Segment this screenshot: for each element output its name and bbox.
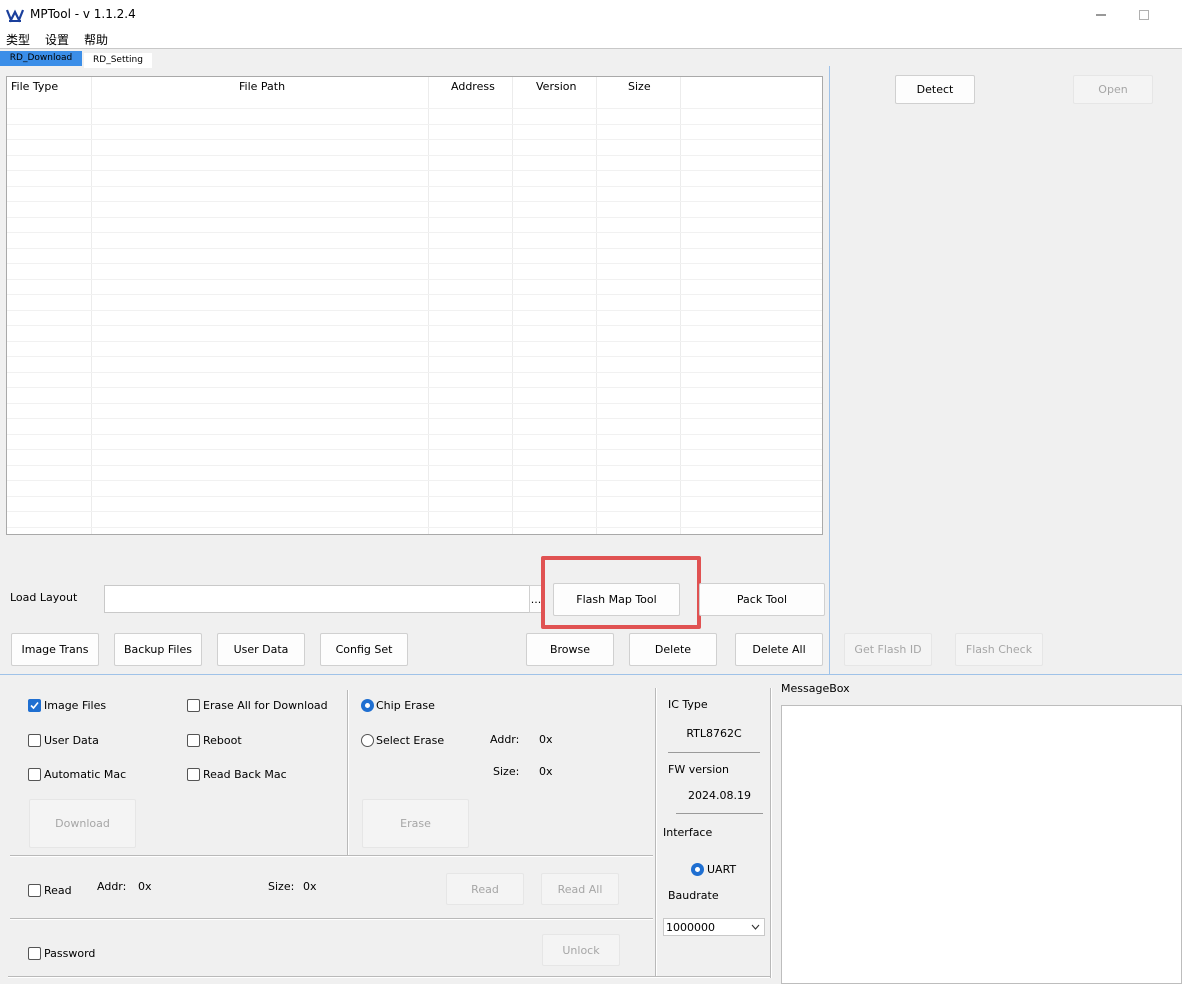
read-all-button[interactable]: Read All bbox=[541, 873, 619, 905]
messagebox-label: MessageBox bbox=[781, 682, 850, 695]
password-checkbox[interactable] bbox=[28, 947, 41, 960]
column-header-address[interactable]: Address bbox=[451, 80, 495, 93]
checkmark-icon bbox=[30, 701, 39, 710]
read-button[interactable]: Read bbox=[446, 873, 524, 905]
select-erase-label: Select Erase bbox=[376, 734, 445, 747]
erase-all-for-download-checkbox[interactable] bbox=[187, 699, 200, 712]
maximize-icon[interactable] bbox=[1134, 6, 1154, 24]
erase-addr-value[interactable]: 0x bbox=[539, 733, 553, 746]
delete-all-button[interactable]: Delete All bbox=[735, 633, 823, 666]
highlight-box bbox=[541, 556, 701, 629]
pack-tool-button[interactable]: Pack Tool bbox=[699, 583, 825, 616]
flash-check-button[interactable]: Flash Check bbox=[955, 633, 1043, 666]
image-files-label: Image Files bbox=[44, 699, 107, 712]
erase-addr-label: Addr: bbox=[490, 733, 520, 746]
user-data-button[interactable]: User Data bbox=[217, 633, 305, 666]
read-label: Read bbox=[44, 884, 72, 897]
erase-all-for-download-label: Erase All for Download bbox=[203, 699, 328, 712]
read-addr-label: Addr: bbox=[97, 880, 127, 893]
erase-group-divider bbox=[347, 690, 349, 855]
load-layout-label: Load Layout bbox=[10, 591, 78, 604]
menu-item-help[interactable]: 帮助 bbox=[84, 31, 108, 48]
menu-item-settings[interactable]: 设置 bbox=[45, 31, 69, 48]
delete-button[interactable]: Delete bbox=[629, 633, 717, 666]
image-trans-button[interactable]: Image Trans bbox=[11, 633, 99, 666]
open-button[interactable]: Open bbox=[1073, 75, 1153, 104]
erase-size-value[interactable]: 0x bbox=[539, 765, 553, 778]
load-layout-input[interactable] bbox=[104, 585, 530, 613]
config-set-button[interactable]: Config Set bbox=[320, 633, 408, 666]
baudrate-select[interactable]: 1000000 bbox=[663, 918, 765, 936]
section-divider bbox=[0, 674, 1182, 675]
baudrate-label: Baudrate bbox=[668, 889, 719, 902]
fw-version-value: 2024.08.19 bbox=[676, 789, 763, 814]
image-files-checkbox[interactable] bbox=[28, 699, 41, 712]
column-header-version[interactable]: Version bbox=[536, 80, 576, 93]
column-header-file-path[interactable]: File Path bbox=[239, 80, 285, 93]
uart-radio[interactable] bbox=[691, 863, 704, 876]
bottom-border bbox=[8, 976, 770, 978]
read-size-value[interactable]: 0x bbox=[303, 880, 317, 893]
minimize-icon[interactable] bbox=[1091, 6, 1111, 24]
user-data-checkbox[interactable] bbox=[28, 734, 41, 747]
window-title: MPTool - v 1.1.2.4 bbox=[30, 7, 136, 21]
baudrate-value: 1000000 bbox=[666, 921, 715, 934]
read-size-label: Size: bbox=[268, 880, 295, 893]
file-table[interactable]: File Type File Path Address Version Size bbox=[6, 76, 823, 535]
get-flash-id-button[interactable]: Get Flash ID bbox=[844, 633, 932, 666]
password-divider bbox=[10, 918, 653, 920]
title-bar: MPTool - v 1.1.2.4 bbox=[0, 0, 1182, 30]
select-erase-radio[interactable] bbox=[361, 734, 374, 747]
ic-group-left-border bbox=[655, 688, 657, 978]
password-label: Password bbox=[44, 947, 96, 960]
browse-button[interactable]: Browse bbox=[526, 633, 614, 666]
tab-rd-setting[interactable]: RD_Setting bbox=[84, 53, 152, 68]
detect-button[interactable]: Detect bbox=[895, 75, 975, 104]
column-header-file-type[interactable]: File Type bbox=[11, 80, 58, 93]
ic-type-value: RTL8762C bbox=[668, 727, 760, 753]
tab-rd-download[interactable]: RD_Download bbox=[0, 51, 82, 66]
backup-files-button[interactable]: Backup Files bbox=[114, 633, 202, 666]
uart-label: UART bbox=[707, 863, 737, 876]
messagebox-area[interactable] bbox=[781, 705, 1182, 984]
chevron-down-icon bbox=[751, 924, 760, 930]
menu-item-type[interactable]: 类型 bbox=[6, 31, 30, 48]
fw-version-label: FW version bbox=[668, 763, 729, 776]
read-back-mac-label: Read Back Mac bbox=[203, 768, 287, 781]
automatic-mac-label: Automatic Mac bbox=[44, 768, 127, 781]
ic-type-label: IC Type bbox=[668, 698, 708, 711]
erase-size-label: Size: bbox=[493, 765, 520, 778]
read-checkbox[interactable] bbox=[28, 884, 41, 897]
read-divider bbox=[10, 855, 653, 857]
reboot-label: Reboot bbox=[203, 734, 242, 747]
chip-erase-label: Chip Erase bbox=[376, 699, 435, 712]
user-data-label: User Data bbox=[44, 734, 99, 747]
chip-erase-radio[interactable] bbox=[361, 699, 374, 712]
read-back-mac-checkbox[interactable] bbox=[187, 768, 200, 781]
column-header-size[interactable]: Size bbox=[628, 80, 651, 93]
panel-divider bbox=[829, 66, 830, 674]
automatic-mac-checkbox[interactable] bbox=[28, 768, 41, 781]
download-button[interactable]: Download bbox=[29, 799, 136, 848]
reboot-checkbox[interactable] bbox=[187, 734, 200, 747]
app-logo-icon bbox=[6, 9, 24, 23]
menu-bar: 类型 设置 帮助 bbox=[0, 30, 1182, 49]
read-addr-value[interactable]: 0x bbox=[138, 880, 152, 893]
interface-label: Interface bbox=[663, 826, 713, 839]
erase-button[interactable]: Erase bbox=[362, 799, 469, 848]
unlock-button[interactable]: Unlock bbox=[542, 934, 620, 966]
ic-group-right-border bbox=[770, 688, 772, 978]
